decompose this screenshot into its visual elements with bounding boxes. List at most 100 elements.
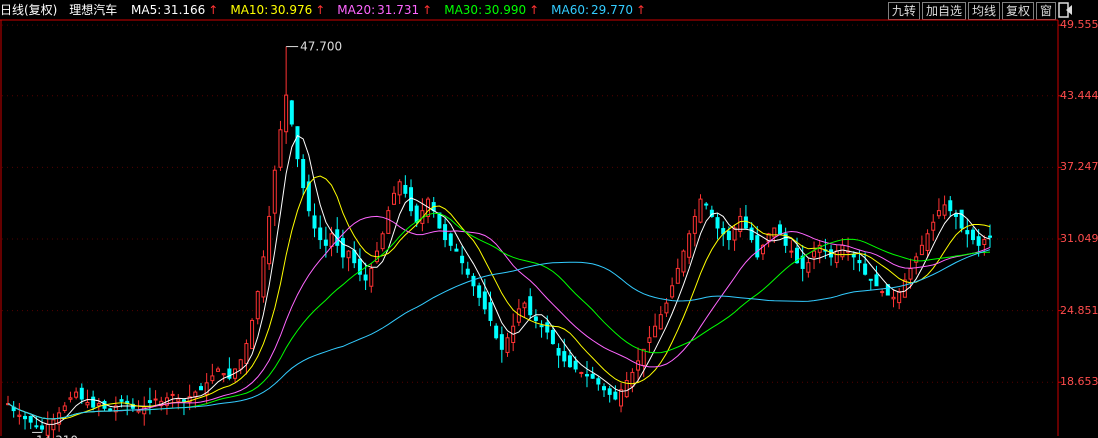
candle-body [369,267,374,287]
candle-body [267,215,272,265]
candle-body [812,250,817,258]
candle-body [363,274,368,281]
candle-body [732,227,737,241]
candle-body [948,200,953,212]
candle-body [584,374,589,377]
candle-body [653,325,658,338]
candle-body [346,250,351,259]
candle-body [550,329,555,345]
candle-body [562,351,567,362]
candle-body [726,230,731,241]
candle-body [965,230,970,235]
candle-body [851,254,856,258]
candle-body [340,238,345,258]
candle-body [539,325,544,328]
max-price-label: 47.700 [300,40,342,54]
candle-body [176,398,181,402]
candle-body [902,279,907,298]
candle-body [40,425,45,430]
candle-body [403,184,408,194]
candle-body [664,302,669,314]
candle-body [970,229,975,241]
candle-body [68,397,73,400]
candle-body [198,386,203,391]
candle-body [221,373,226,376]
candle-body [79,387,84,400]
candle-body [312,215,317,229]
candle-body [255,291,260,320]
candlestick-chart: 14.310 47.700 [0,19,1062,438]
candle-body [777,224,782,235]
candle-body [942,204,947,216]
candle-body [925,233,930,251]
candle-body [590,373,595,379]
candle-body [891,296,896,300]
candle-body [692,215,697,234]
candle-body [789,250,794,253]
candle-body [602,386,607,391]
y-tick-label: 24.851 [1060,303,1098,317]
candle-body [28,415,33,423]
candle-body [62,405,67,412]
candle-body [505,337,510,353]
candle-body [34,425,39,428]
y-tick-label: 18.653 [1060,375,1098,389]
candle-body [238,359,243,370]
candle-body [323,239,328,246]
candle-body [681,250,686,273]
candle-body [448,233,453,246]
candle-body [460,255,465,264]
candle-body [391,192,396,205]
candle-body [119,399,124,402]
candle-body [170,393,175,396]
candle-body [488,302,493,321]
y-tick-label: 43.444 [1060,88,1098,102]
candle-body [908,267,913,280]
candle-body [874,274,879,287]
candle-body [897,291,902,304]
candle-body [443,224,448,241]
candle-body [216,368,221,372]
candle-body [136,410,141,413]
candle-body [636,360,641,371]
candle-body [573,360,578,370]
candle-body [675,267,680,284]
candle-body [715,217,720,229]
candle-body [284,94,289,133]
candle-body [834,250,839,264]
candle-body [556,348,561,356]
candle-body [91,396,96,408]
candle-body [772,227,777,238]
candle-body [743,216,748,229]
candle-body [868,278,873,281]
candle-body [857,259,862,264]
candle-body [250,319,255,350]
candle-body [619,389,624,407]
candle-body [397,181,402,196]
candle-body [318,227,323,241]
candle-body [17,414,22,417]
candle-body [261,256,266,298]
candle-body [880,291,885,294]
candle-body [545,322,550,333]
candle-body [153,398,158,401]
candle-body [806,262,811,273]
candle-body [670,285,675,298]
candle-body [704,203,709,206]
candle-body [698,198,703,223]
candle-body [641,348,646,367]
candle-body [278,129,283,168]
candle-body [45,423,50,436]
candle-body [482,291,487,310]
candle-body [477,285,482,298]
candle-body [607,388,612,395]
ma-line-ma5 [7,134,991,425]
candle-body [533,316,538,321]
candle-body [658,314,663,330]
candle-body [74,391,79,398]
candle-body [687,233,692,258]
candle-body [976,236,981,246]
candle-body [289,100,294,125]
candle-body [522,302,527,309]
candle-body [919,244,924,256]
